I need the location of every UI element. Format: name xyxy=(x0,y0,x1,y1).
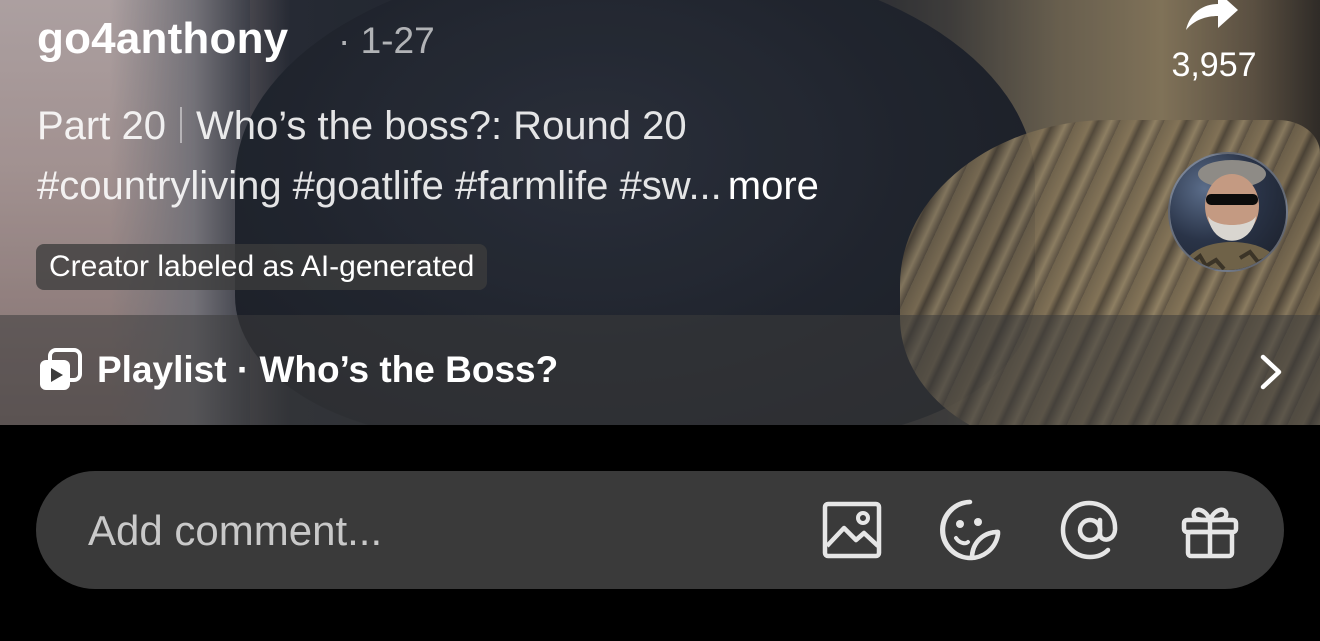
caption-divider xyxy=(179,107,182,143)
chevron-right-icon[interactable] xyxy=(1256,352,1286,392)
playlist-label[interactable]: Playlist · Who’s the Boss? xyxy=(97,349,558,391)
caption-line-2[interactable]: #countryliving #goatlife #farmlife #sw..… xyxy=(37,164,819,209)
image-icon[interactable] xyxy=(820,498,884,562)
post-date: · 1-27 xyxy=(338,20,435,61)
caption-part: Part 20 xyxy=(37,104,166,148)
more-link[interactable]: more xyxy=(728,164,819,208)
caption-line-1[interactable]: Part 20 Who’s the boss?: Round 20 xyxy=(37,104,687,149)
avatar-portrait xyxy=(1181,160,1283,270)
caption-tags: #countryliving #goatlife #farmlife #sw..… xyxy=(37,164,722,208)
mention-icon[interactable] xyxy=(1058,498,1122,562)
creator-avatar[interactable] xyxy=(1168,152,1288,272)
share-arrow-icon[interactable] xyxy=(1180,0,1240,34)
ai-generated-badge[interactable]: Creator labeled as AI-generated xyxy=(36,244,488,290)
comment-input[interactable] xyxy=(88,505,688,557)
caption-title: Who’s the boss?: Round 20 xyxy=(195,104,687,148)
sticker-icon[interactable] xyxy=(938,498,1002,562)
playlist-icon xyxy=(40,348,82,390)
gift-icon[interactable] xyxy=(1178,498,1242,562)
comment-bar xyxy=(36,471,1284,589)
share-count: 3,957 xyxy=(1171,46,1257,84)
username[interactable]: go4anthony xyxy=(37,14,288,64)
